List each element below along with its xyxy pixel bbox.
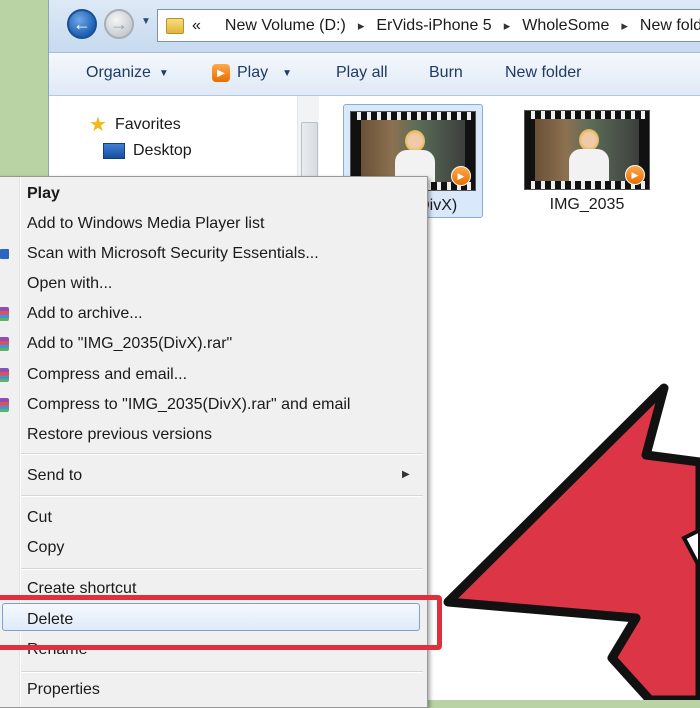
annotation-arrow-icon <box>443 383 700 700</box>
annotation-arrow-shape <box>443 383 700 700</box>
